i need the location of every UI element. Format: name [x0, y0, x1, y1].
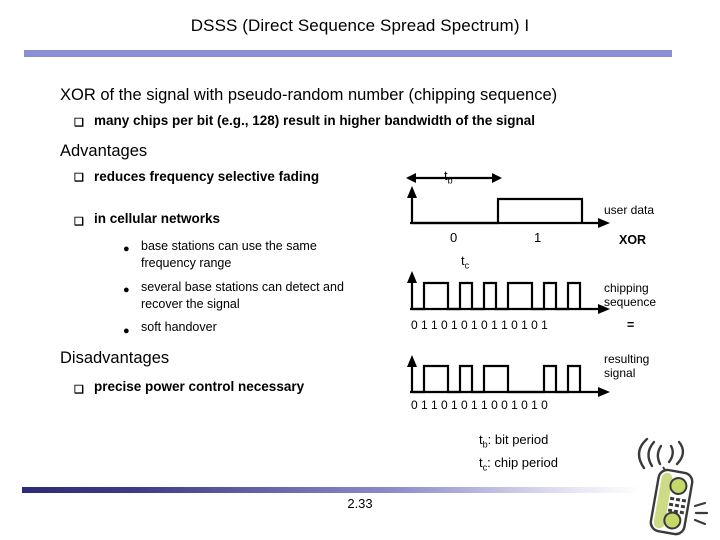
- mobile-phone-icon: [637, 437, 709, 536]
- slide-canvas: DSSS (Direct Sequence Spread Spectrum) I…: [0, 0, 720, 540]
- user-data-label: user data: [604, 203, 655, 217]
- user-data-bit-0-label: 0: [450, 230, 458, 245]
- tb-measure-arrow: [406, 173, 502, 183]
- chipping-bits-row: 0 1 1 0 1 0 1 0 1 1 0 1 0 1: [411, 318, 548, 332]
- resulting-signal-label: resulting signal: [604, 352, 650, 380]
- xor-operator-label: XOR: [619, 233, 647, 247]
- legend-line-bit-period: tb: bit period: [479, 432, 549, 450]
- period-legend: tb: bit period tc: chip period: [479, 431, 558, 476]
- resulting-signal-waveform: [407, 355, 610, 397]
- chipping-sequence-label: chipping sequence: [604, 281, 657, 309]
- legend-line-chip-period: tc: chip period: [479, 454, 558, 473]
- user-data-waveform: [407, 186, 610, 228]
- dsss-signal-diagram: [406, 173, 610, 397]
- page-number: 2.33: [347, 496, 373, 511]
- footer-divider: [22, 487, 642, 493]
- user-data-bit-1-label: 1: [534, 230, 542, 245]
- equals-operator-label: =: [627, 318, 635, 332]
- tc-measure-arrow: [407, 271, 610, 314]
- resulting-bits-row: 0 1 1 0 1 0 1 1 0 0 1 0 1 0: [411, 398, 548, 412]
- tb-label: tb: [444, 168, 453, 186]
- tc-label: tc: [461, 253, 470, 271]
